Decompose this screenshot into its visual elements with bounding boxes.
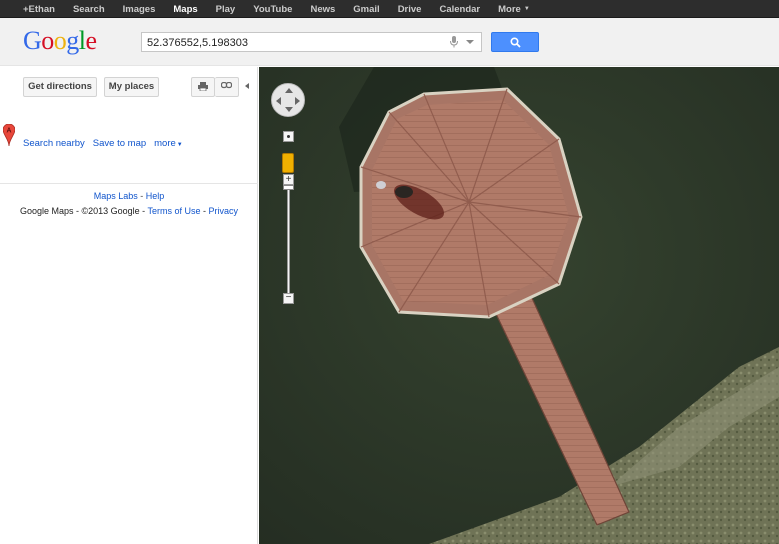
logo-letter: l	[78, 26, 86, 55]
maps-labs-link[interactable]: Maps Labs	[94, 191, 138, 201]
nav-more-label: More	[498, 3, 521, 15]
save-to-map-link[interactable]: Save to map	[93, 138, 146, 149]
privacy-link[interactable]: Privacy	[209, 206, 239, 216]
nav-profile[interactable]: +Ethan	[23, 4, 55, 15]
logo-letter: o	[53, 26, 67, 55]
mic-icon[interactable]	[449, 36, 459, 48]
logo-letter: e	[85, 26, 98, 55]
link-button[interactable]	[215, 77, 239, 97]
google-bar: +Ethan Search Images Maps Play YouTube N…	[0, 0, 779, 18]
pan-down-icon[interactable]	[285, 107, 293, 112]
zoom-out-button[interactable]: −	[283, 293, 294, 304]
footer-labs-help: Maps Labs - Help	[93, 191, 165, 201]
pan-right-icon[interactable]	[295, 97, 300, 105]
footer-copyright: Google Maps - ©2013 Google - Terms of Us…	[19, 206, 239, 216]
link-icon	[220, 81, 233, 89]
search-input[interactable]	[142, 34, 442, 52]
logo-letter: o	[41, 26, 54, 55]
satellite-image	[259, 67, 779, 544]
search-nearby-link[interactable]: Search nearby	[23, 138, 85, 149]
nav-youtube[interactable]: YouTube	[253, 4, 292, 15]
nav-news[interactable]: News	[310, 4, 335, 15]
chevron-down-icon: ▼	[176, 142, 183, 148]
collapse-panel-icon[interactable]	[245, 83, 249, 89]
nav-drive[interactable]: Drive	[398, 4, 422, 15]
my-places-button[interactable]: My places	[104, 77, 159, 97]
map-canvas[interactable]: + −	[259, 67, 779, 544]
nav-play[interactable]: Play	[216, 4, 236, 15]
more-link-label: more	[154, 138, 176, 149]
divider	[0, 183, 258, 184]
copyright-text: Google Maps - ©2013 Google -	[19, 206, 148, 216]
zoom-slider-thumb[interactable]	[283, 185, 294, 190]
map-marker-icon[interactable]: A	[3, 124, 15, 146]
nav-calendar[interactable]: Calendar	[439, 4, 480, 15]
pegman-icon[interactable]	[282, 153, 294, 173]
terms-link[interactable]: Terms of Use	[148, 206, 201, 216]
logo-letter: G	[23, 26, 42, 55]
print-button[interactable]	[191, 77, 215, 97]
nav-images[interactable]: Images	[123, 4, 156, 15]
search-button[interactable]	[491, 32, 539, 52]
nav-more[interactable]: More ▼	[498, 4, 530, 15]
pan-control[interactable]	[271, 83, 305, 117]
search-icon	[510, 37, 521, 48]
logo-letter: g	[66, 26, 79, 55]
zoom-slider[interactable]	[287, 189, 290, 293]
print-icon	[198, 82, 208, 92]
help-link[interactable]: Help	[146, 191, 165, 201]
zoom-in-button[interactable]: +	[283, 174, 294, 185]
nav-maps[interactable]: Maps	[173, 4, 197, 15]
pan-up-icon[interactable]	[285, 88, 293, 93]
nav-search[interactable]: Search	[73, 4, 105, 15]
place-actions: Search nearby Save to map more▼	[23, 138, 191, 149]
left-panel: Get directions My places A Search nearby…	[0, 67, 258, 544]
recenter-button[interactable]	[283, 131, 294, 142]
more-link[interactable]: more▼	[154, 138, 183, 149]
header: Google	[0, 18, 779, 66]
nav-gmail[interactable]: Gmail	[353, 4, 379, 15]
pan-left-icon[interactable]	[276, 97, 281, 105]
google-logo[interactable]: Google	[23, 26, 97, 56]
search-dropdown-icon[interactable]	[466, 40, 474, 44]
google-bar-nav: +Ethan Search Images Maps Play YouTube N…	[14, 0, 539, 18]
marker-label: A	[7, 128, 12, 135]
search-box	[141, 32, 482, 52]
chevron-down-icon: ▼	[523, 5, 530, 12]
get-directions-button[interactable]: Get directions	[23, 77, 97, 97]
